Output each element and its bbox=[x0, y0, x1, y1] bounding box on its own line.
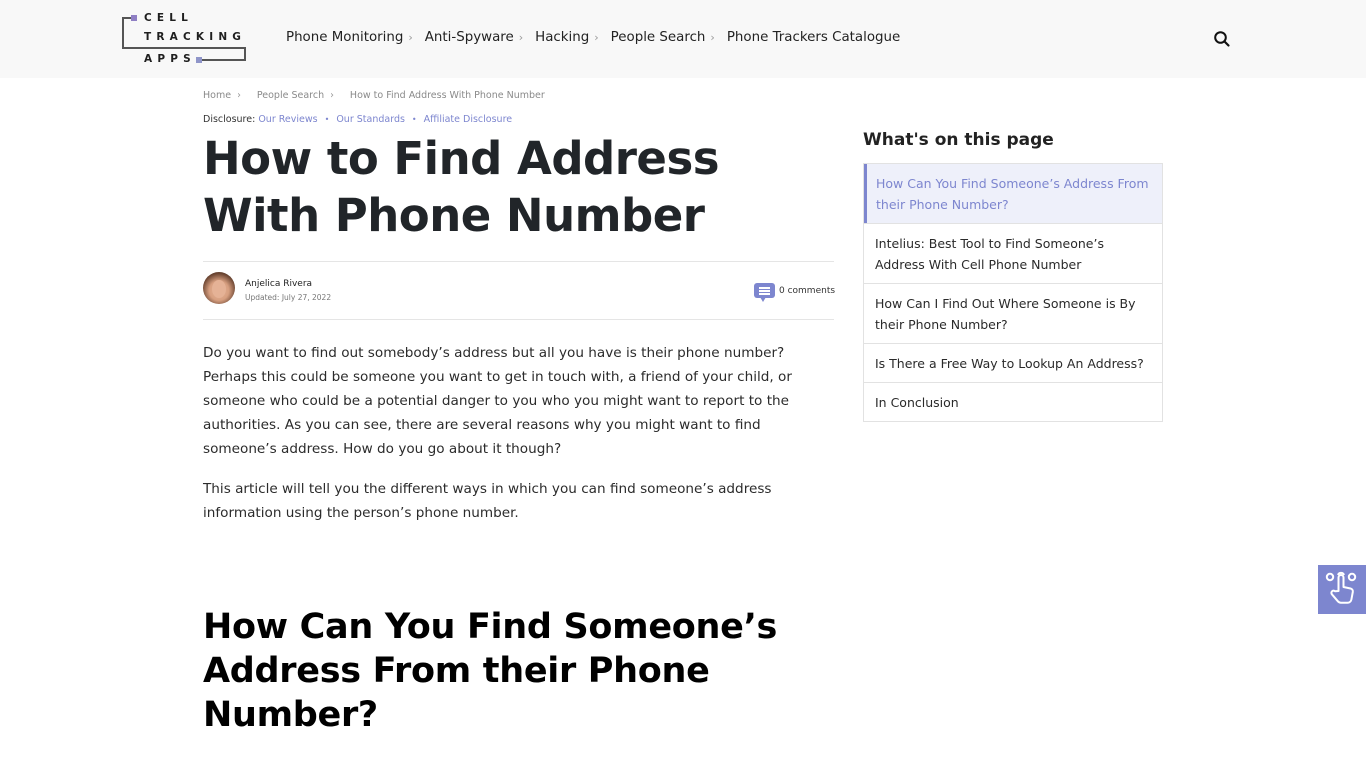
separator-dot: • bbox=[324, 115, 330, 124]
logo-text-apps: APPS bbox=[144, 53, 196, 65]
toc-item-intelius[interactable]: Intelius: Best Tool to Find Someone’s Ad… bbox=[864, 223, 1162, 283]
toc-item-find-out-where[interactable]: How Can I Find Out Where Someone is By t… bbox=[864, 283, 1162, 343]
comments-count: 0 comments bbox=[779, 285, 836, 296]
logo-line-bottom bbox=[202, 59, 246, 61]
chevron-right-icon: › bbox=[408, 31, 413, 44]
author-avatar[interactable] bbox=[203, 272, 235, 304]
nav-label: Phone Monitoring bbox=[286, 30, 404, 45]
disclosure-bar: Disclosure: Our Reviews • Our Standards … bbox=[203, 114, 512, 125]
comment-bubble-icon bbox=[754, 283, 775, 302]
section-heading: How Can You Find Someone’s Address From … bbox=[203, 607, 778, 735]
main-nav: Phone Monitoring › Anti-Spyware › Hackin… bbox=[286, 30, 912, 45]
toc-item-find-address[interactable]: How Can You Find Someone’s Address From … bbox=[864, 164, 1162, 223]
chevron-right-icon: › bbox=[330, 90, 334, 101]
link-affiliate-disclosure[interactable]: Affiliate Disclosure bbox=[424, 114, 512, 125]
logo-line bbox=[122, 47, 246, 49]
hand-touch-icon bbox=[1325, 571, 1357, 604]
table-of-contents: How Can You Find Someone’s Address From … bbox=[863, 163, 1163, 422]
logo-square-bottom bbox=[196, 57, 202, 63]
toc-title: What's on this page bbox=[863, 130, 1054, 150]
comments-link[interactable]: 0 comments bbox=[754, 283, 836, 302]
intro-paragraph: Do you want to find out somebody’s addre… bbox=[203, 345, 792, 457]
nav-item-phone-monitoring[interactable]: Phone Monitoring › bbox=[286, 30, 413, 45]
nav-item-hacking[interactable]: Hacking › bbox=[535, 30, 599, 45]
chevron-right-icon: › bbox=[710, 31, 715, 44]
disclosure-label: Disclosure: bbox=[203, 114, 256, 125]
nav-item-anti-spyware[interactable]: Anti-Spyware › bbox=[425, 30, 523, 45]
nav-label: Hacking bbox=[535, 30, 590, 45]
nav-label: Anti-Spyware bbox=[424, 30, 514, 45]
site-header: CELL TRACKING APPS Phone Monitoring › An… bbox=[0, 0, 1366, 78]
search-icon[interactable] bbox=[1213, 30, 1231, 48]
accessibility-button[interactable] bbox=[1318, 565, 1366, 614]
toc-item-free-lookup[interactable]: Is There a Free Way to Lookup An Address… bbox=[864, 343, 1162, 382]
logo-text-cell: CELL bbox=[144, 12, 194, 24]
logo-bracket bbox=[122, 17, 131, 48]
separator-dot: • bbox=[411, 115, 417, 124]
breadcrumb-current: How to Find Address With Phone Number bbox=[349, 90, 545, 101]
author-name[interactable]: Anjelica Rivera bbox=[245, 279, 312, 289]
toc-item-conclusion[interactable]: In Conclusion bbox=[864, 382, 1162, 421]
divider bbox=[203, 261, 834, 262]
logo-text-tracking: TRACKING bbox=[144, 31, 247, 43]
page-title: How to Find Address With Phone Number bbox=[203, 132, 720, 242]
link-our-standards[interactable]: Our Standards bbox=[336, 114, 405, 125]
nav-item-phone-trackers-catalogue[interactable]: Phone Trackers Catalogue bbox=[727, 30, 900, 45]
divider bbox=[203, 319, 834, 320]
chevron-right-icon: › bbox=[594, 31, 599, 44]
nav-item-people-search[interactable]: People Search › bbox=[611, 30, 715, 45]
breadcrumb-people-search[interactable]: People Search bbox=[257, 90, 324, 101]
site-logo[interactable]: CELL TRACKING APPS bbox=[122, 10, 248, 68]
logo-square-top bbox=[131, 15, 137, 21]
updated-date: Updated: July 27, 2022 bbox=[245, 293, 332, 302]
nav-label: People Search bbox=[610, 30, 706, 45]
intro-paragraph-2: This article will tell you the different… bbox=[203, 481, 772, 521]
nav-label: Phone Trackers Catalogue bbox=[726, 30, 901, 45]
breadcrumb-home[interactable]: Home bbox=[203, 90, 231, 101]
chevron-right-icon: › bbox=[518, 31, 524, 44]
chevron-right-icon: › bbox=[237, 90, 241, 101]
breadcrumb: Home › People Search › How to Find Addre… bbox=[203, 90, 551, 101]
link-our-reviews[interactable]: Our Reviews bbox=[258, 114, 317, 125]
